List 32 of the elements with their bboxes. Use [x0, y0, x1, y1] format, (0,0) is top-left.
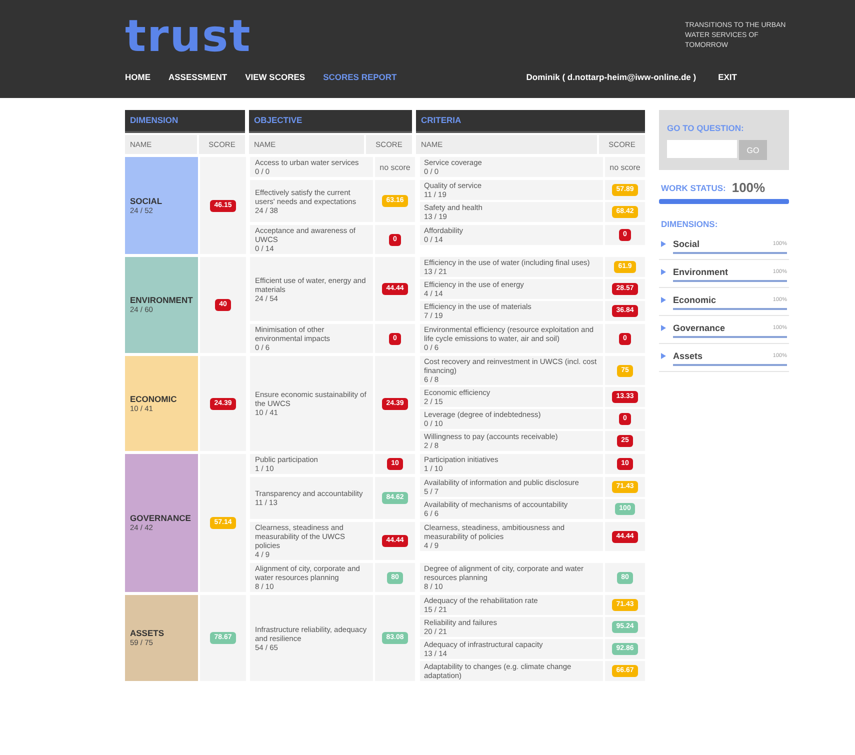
user-name: Dominik ( d.nottarp-heim@iww-online.de ): [526, 72, 696, 82]
dimension-name: ECONOMIC: [130, 394, 178, 404]
group-header: DIMENSION: [125, 110, 245, 133]
dimension-link[interactable]: Governance: [673, 323, 726, 333]
dimension-name: SOCIAL: [130, 196, 164, 206]
score-text: no score: [380, 162, 410, 172]
dimension-link[interactable]: Environment: [673, 267, 728, 277]
nav-link[interactable]: HOME: [125, 72, 150, 82]
dimension-link[interactable]: Economic: [673, 295, 716, 305]
logo[interactable]: trust: [125, 10, 252, 62]
dimension-name: GOVERNANCE: [130, 514, 192, 523]
work-status-value: 100%: [732, 180, 766, 195]
triangle-icon: [661, 269, 666, 275]
dimension-link[interactable]: Social: [673, 239, 700, 249]
nav-link[interactable]: SCORES REPORT: [323, 72, 397, 82]
group-header: OBJECTIVE: [249, 110, 412, 133]
triangle-icon: [661, 297, 666, 303]
nav-link[interactable]: VIEW SCORES: [245, 72, 306, 82]
triangle-icon: [661, 353, 666, 359]
dimensions-label: DIMENSIONS:: [661, 219, 718, 229]
dimension-link[interactable]: Assets: [673, 351, 703, 361]
score-text: no score: [610, 162, 640, 172]
question-field[interactable]: [667, 140, 737, 158]
dimension-name: ASSETS: [130, 629, 166, 638]
work-status-label: WORK STATUS:: [661, 182, 726, 192]
group-header: CRITERIA: [416, 110, 645, 133]
triangle-icon: [661, 325, 666, 331]
triangle-icon: [661, 241, 666, 247]
exit-link[interactable]: EXIT: [718, 72, 737, 82]
nav-link[interactable]: ASSESSMENT: [168, 72, 228, 82]
goto-label: GO TO QUESTION:: [667, 123, 744, 133]
dimension-name: ENVIRONMENT: [130, 296, 193, 305]
